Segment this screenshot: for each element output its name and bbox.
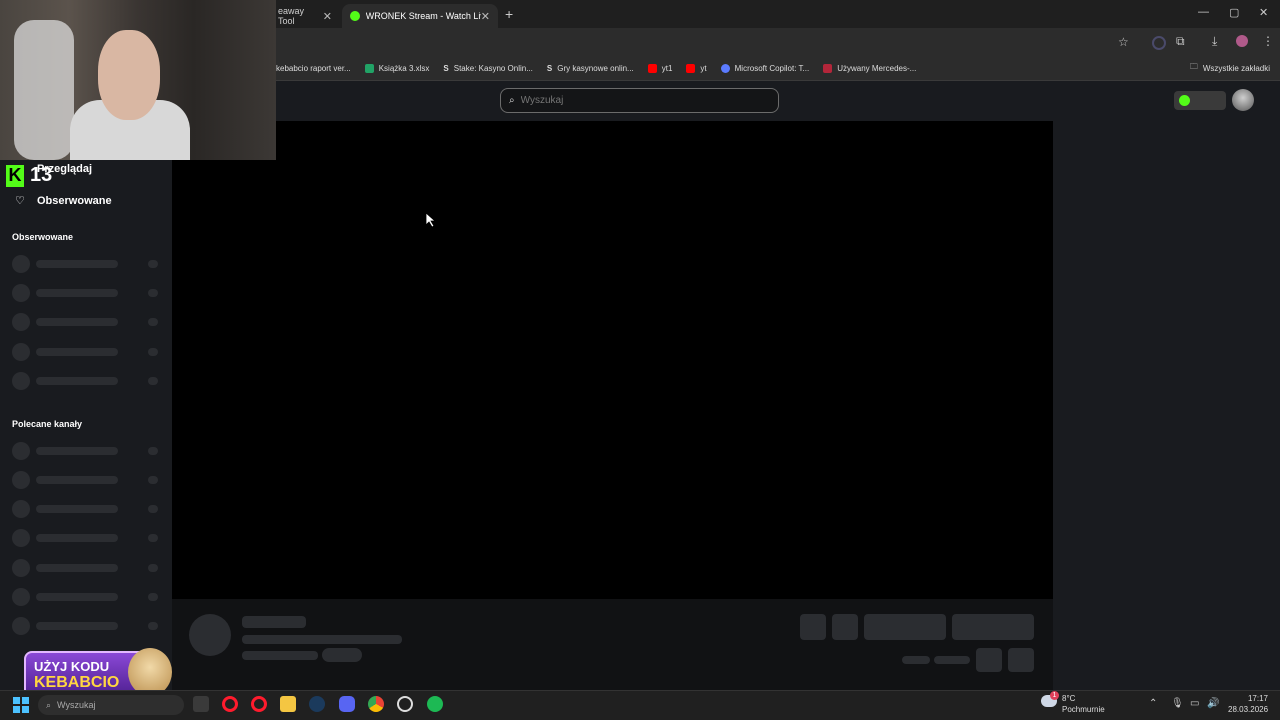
streamer-avatar-skeleton — [189, 614, 231, 656]
bookmark-item[interactable]: Książka 3.xlsx — [364, 63, 429, 73]
bookmark-item[interactable]: Microsoft Copilot: T... — [720, 63, 809, 73]
kick-logo-icon: K — [6, 164, 24, 187]
streamer-name-skeleton — [242, 616, 306, 628]
excel-icon — [364, 63, 374, 73]
kick-favicon-icon — [350, 11, 360, 21]
stake-icon: S — [546, 63, 553, 73]
copilot-icon — [720, 63, 730, 73]
user-avatar[interactable] — [1232, 89, 1254, 111]
close-tab-icon[interactable]: ✕ — [323, 10, 332, 23]
date: 28.03.2026 — [1228, 705, 1269, 714]
bookmark-item[interactable]: Używany Mercedes-... — [823, 63, 916, 73]
bookmark-item[interactable]: yt — [686, 63, 707, 73]
bookmark-item[interactable]: S Gry kasynowe onlin... — [547, 64, 634, 73]
list-item — [12, 588, 162, 606]
search-icon: ⌕ — [46, 699, 52, 710]
youtube-icon — [686, 63, 696, 73]
menu-kebab-icon[interactable]: ⋮ — [1262, 34, 1274, 48]
download-icon[interactable]: ⤓ — [1212, 34, 1217, 49]
list-item — [12, 559, 162, 577]
uptime-skeleton — [934, 656, 970, 664]
list-item — [12, 617, 162, 635]
follow-button-skeleton — [864, 614, 946, 640]
bookmark-item[interactable]: yt1 — [647, 63, 672, 73]
video-player[interactable] — [172, 121, 1053, 599]
task-view-icon[interactable] — [193, 696, 209, 712]
recommended-section-title: Polecane kanały — [12, 419, 83, 429]
all-bookmarks-button[interactable]: 🗀 Wszystkie zakładki — [1190, 61, 1270, 75]
kick-viewer-badge: K 13 — [6, 164, 52, 187]
extension-icon[interactable] — [1152, 36, 1166, 50]
otomoto-icon — [823, 63, 833, 73]
microphone-icon[interactable]: 🎙 — [1171, 698, 1184, 709]
opera-icon[interactable] — [222, 696, 238, 712]
share-button-skeleton — [976, 648, 1002, 672]
new-tab-button[interactable]: + — [505, 6, 513, 22]
viewer-count: 13 — [30, 164, 53, 186]
discord-icon[interactable] — [339, 696, 355, 712]
chat-panel — [1053, 121, 1280, 690]
webcam-overlay — [0, 0, 276, 160]
weather-widget[interactable]: 8°C Pochmurnie — [1062, 693, 1105, 715]
opera-gx-icon[interactable] — [251, 696, 267, 712]
profile-avatar-icon[interactable] — [1236, 35, 1248, 47]
viewers-skeleton — [902, 656, 930, 664]
search-icon: ⌕ — [509, 95, 515, 106]
volume-icon[interactable]: 🔊 — [1207, 698, 1219, 709]
chrome-icon[interactable] — [368, 696, 384, 712]
list-item — [12, 471, 162, 489]
weather-temp: 8°C — [1062, 694, 1076, 703]
subscribe-button-skeleton — [952, 614, 1034, 640]
tab-giveaway-tool[interactable]: eaway Tool ✕ — [270, 4, 340, 28]
bookmark-star-icon[interactable]: ☆ — [1118, 35, 1129, 49]
close-window-button[interactable]: ✕ — [1259, 6, 1268, 19]
list-item — [12, 442, 162, 460]
tab-label: WRONEK Stream - Watch Live o — [365, 11, 481, 21]
folder-icon: 🗀 — [1189, 62, 1198, 71]
notification-badge: 1 — [1050, 691, 1059, 700]
youtube-icon — [647, 63, 657, 73]
action-button-skeleton — [832, 614, 858, 640]
extensions-puzzle-icon[interactable]: ⧉ — [1176, 34, 1185, 49]
kick-status-icon — [1179, 95, 1190, 106]
stream-title-skeleton — [242, 635, 402, 644]
file-explorer-icon[interactable] — [280, 696, 296, 712]
stake-icon: S — [443, 63, 449, 73]
list-item — [12, 313, 162, 331]
steam-icon[interactable] — [309, 696, 325, 712]
bookmark-item[interactable]: kebabcio raport ver... — [276, 64, 351, 73]
spotify-icon[interactable] — [427, 696, 443, 712]
chevron-up-icon[interactable]: ⌃ — [1149, 698, 1157, 709]
list-item — [12, 529, 162, 547]
mouse-cursor-icon — [426, 213, 436, 227]
heart-icon: ♡ — [15, 195, 25, 207]
category-skeleton — [242, 651, 318, 660]
list-item — [12, 343, 162, 361]
promo-mascot-icon — [128, 648, 172, 696]
sidebar-item-following[interactable]: Obserwowane — [37, 195, 112, 207]
taskbar-search[interactable]: ⌕ Wyszukaj — [38, 695, 184, 715]
network-icon[interactable]: ▭ — [1190, 698, 1199, 709]
close-tab-icon[interactable]: ✕ — [481, 10, 490, 23]
tab-label: eaway Tool — [278, 6, 305, 26]
minimize-button[interactable]: — — [1198, 6, 1209, 18]
action-button-skeleton — [800, 614, 826, 640]
clock[interactable]: 17:17 28.03.2026 — [1228, 693, 1268, 715]
app-icon[interactable] — [397, 696, 413, 712]
time: 17:17 — [1247, 694, 1268, 703]
tag-skeleton — [322, 648, 362, 662]
list-item — [12, 372, 162, 390]
search-field[interactable] — [518, 94, 763, 107]
tab-wronek-stream[interactable]: WRONEK Stream - Watch Live o ✕ — [342, 4, 498, 28]
maximize-button[interactable]: ▢ — [1229, 6, 1239, 19]
weather-desc: Pochmurnie — [1062, 705, 1105, 714]
following-section-title: Obserwowane — [12, 232, 74, 242]
list-item — [12, 255, 162, 273]
list-item — [12, 500, 162, 518]
windows-start-icon[interactable] — [13, 697, 29, 713]
search-input[interactable]: ⌕ — [500, 88, 779, 113]
list-item — [12, 284, 162, 302]
more-button-skeleton — [1008, 648, 1034, 672]
bookmark-item[interactable]: S Stake: Kasyno Onlin... — [443, 64, 533, 73]
